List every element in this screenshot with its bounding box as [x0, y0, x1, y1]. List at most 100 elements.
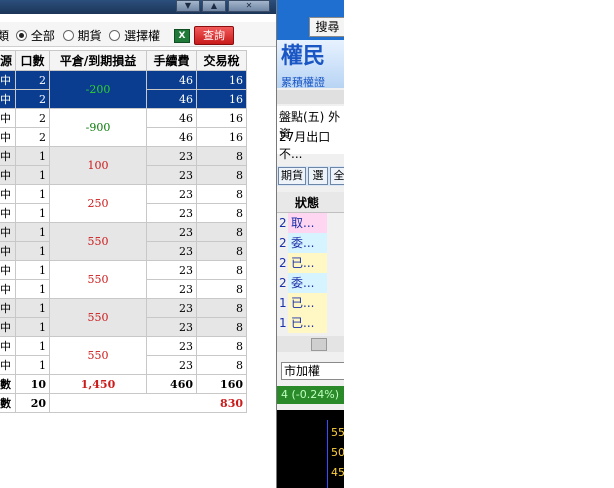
table-cell: 中	[0, 336, 17, 356]
status-col-header[interactable]: 狀態	[295, 194, 319, 211]
table-row[interactable]: 中 2 -200 46 16	[0, 70, 248, 109]
table-cell: 1	[15, 222, 51, 242]
tab-futures[interactable]: 期貨	[278, 167, 306, 185]
table-cell: 中	[0, 260, 17, 280]
minimize-icon[interactable]: ▼	[176, 0, 200, 12]
net-total-row: 數 20 830	[0, 393, 248, 413]
table-cell: 中	[0, 298, 17, 318]
table-cell: 8	[196, 146, 248, 166]
table-cell: 16	[196, 108, 248, 128]
table-cell: 8	[196, 336, 248, 356]
net-pnl-cell: 830	[49, 393, 248, 413]
order-status: 已...	[288, 293, 327, 313]
table-cell: 16	[196, 89, 248, 109]
radio-futures[interactable]	[62, 30, 74, 41]
order-count: 1	[279, 296, 287, 310]
table-row[interactable]: 中 2 -900 46 16	[0, 108, 248, 147]
table-cell: 8	[196, 203, 248, 223]
table-cell: 2	[15, 108, 51, 128]
search-button[interactable]: 搜尋	[309, 17, 344, 37]
col-header[interactable]: 手續費	[146, 50, 198, 71]
table-cell: 46	[146, 108, 198, 128]
table-cell: 1	[15, 203, 51, 223]
col-header[interactable]: 交易稅	[196, 50, 248, 71]
table-cell: 46	[146, 70, 198, 90]
total-cell: 數	[0, 374, 17, 394]
scroll-thumb[interactable]	[311, 338, 327, 351]
col-header[interactable]: 口數	[15, 50, 51, 71]
tab-all[interactable]: 全	[330, 167, 344, 185]
close-icon[interactable]: ✕	[228, 0, 270, 12]
order-status: 委...	[288, 233, 327, 253]
tab-options[interactable]: 選	[308, 167, 328, 185]
order-list-header: 狀態	[277, 192, 344, 213]
table-cell: 23	[146, 203, 198, 223]
table-cell: 1	[15, 165, 51, 185]
table-row[interactable]: 中 1 250 23 8	[0, 184, 248, 223]
table-cell: 8	[196, 260, 248, 280]
table-cell: 23	[146, 222, 198, 242]
table-cell: 16	[196, 127, 248, 147]
total-cell: 10	[15, 374, 51, 394]
radio-options[interactable]	[109, 30, 121, 41]
order-list-item[interactable]: 2 取...	[277, 213, 344, 233]
restore-icon[interactable]: ▲	[202, 0, 226, 12]
table-cell: 中	[0, 241, 17, 261]
order-list-item[interactable]: 1 已...	[277, 293, 344, 313]
table-cell: 16	[196, 70, 248, 90]
table-cell: 23	[146, 165, 198, 185]
order-list-item[interactable]: 1 已...	[277, 313, 344, 333]
pnl-cell: -200	[49, 70, 148, 109]
order-list-item[interactable]: 2 委...	[277, 273, 344, 293]
order-status: 已...	[288, 313, 327, 333]
pnl-cell: 250	[49, 184, 148, 223]
table-cell: 1	[15, 241, 51, 261]
order-count: 2	[279, 276, 287, 290]
table-row[interactable]: 中 1 100 23 8	[0, 146, 248, 185]
query-button[interactable]: 查詢	[194, 26, 234, 45]
filter-bar: 類 全部 期貨 選擇權	[0, 22, 276, 47]
table-cell: 中	[0, 89, 17, 109]
table-cell: 中	[0, 70, 17, 90]
index-chart: 55 50 45	[277, 410, 344, 488]
table-cell: 1	[15, 336, 51, 356]
excel-export-icon[interactable]: X	[174, 29, 190, 43]
col-header[interactable]: 源	[0, 50, 17, 71]
pnl-cell: 100	[49, 146, 148, 185]
pnl-cell: -900	[49, 108, 148, 147]
pnl-cell: 550	[49, 222, 148, 261]
table-cell: 1	[15, 184, 51, 204]
pnl-cell: 550	[49, 260, 148, 299]
banner-scrollbar[interactable]	[277, 90, 344, 104]
news-item[interactable]: 27月出口不...	[279, 128, 344, 162]
table-cell: 1	[15, 298, 51, 318]
table-cell: 中	[0, 317, 17, 337]
table-cell: 23	[146, 260, 198, 280]
table-row[interactable]: 中 1 550 23 8	[0, 298, 248, 337]
chart-tick-label: 55	[331, 426, 344, 439]
banner-subtitle: 累積權證	[281, 76, 325, 89]
table-cell: 8	[196, 317, 248, 337]
window-title-bar: ▼ ▲ ✕	[0, 0, 276, 14]
index-dropdown[interactable]: 市加權	[281, 362, 344, 380]
table-cell: 23	[146, 298, 198, 318]
table-row[interactable]: 中 1 550 23 8	[0, 222, 248, 261]
table-cell: 23	[146, 241, 198, 261]
col-header[interactable]: 平倉/到期損益	[49, 50, 148, 71]
table-row[interactable]: 中 1 550 23 8	[0, 260, 248, 299]
order-status: 取...	[288, 213, 327, 233]
chart-tick-label: 45	[331, 466, 344, 479]
table-cell: 8	[196, 241, 248, 261]
order-count: 2	[279, 236, 287, 250]
radio-options-label: 選擇權	[124, 29, 161, 43]
order-list-item[interactable]: 2 已...	[277, 253, 344, 273]
table-row[interactable]: 中 1 550 23 8	[0, 336, 248, 375]
order-count: 1	[279, 316, 287, 330]
horizontal-scrollbar[interactable]	[277, 336, 344, 352]
total-cell: 數	[0, 393, 17, 413]
radio-all[interactable]	[16, 30, 27, 41]
order-list-item[interactable]: 2 委...	[277, 233, 344, 253]
table-cell: 23	[146, 184, 198, 204]
market-window: 搜尋 權民 累積權證 盤點(五) 外資 27月出口不... 期貨 選 全 狀態 …	[277, 0, 344, 488]
radio-all-label: 全部	[30, 29, 55, 43]
